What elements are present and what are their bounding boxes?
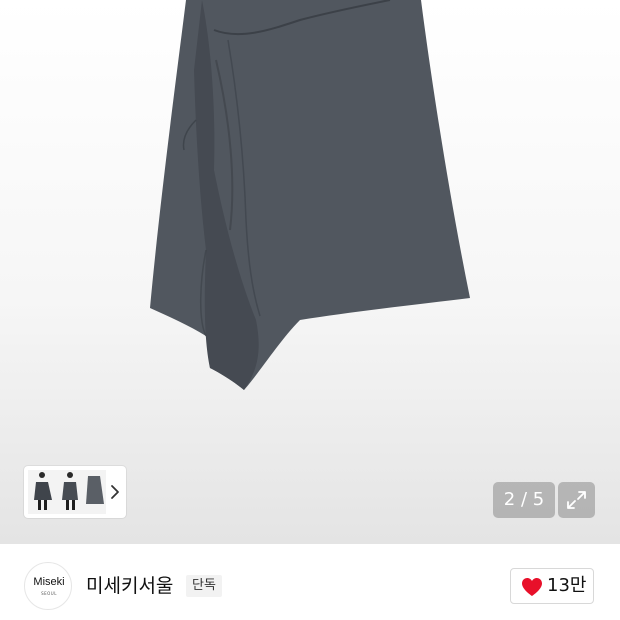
- thumbnail-strip[interactable]: [24, 466, 126, 518]
- exclusive-badge: 단독: [186, 575, 222, 597]
- product-image[interactable]: [0, 0, 620, 544]
- brand-logo[interactable]: Miseki SEOUL: [24, 562, 72, 610]
- brand-logo-subtext: SEOUL: [41, 591, 57, 596]
- expand-icon: [567, 491, 586, 509]
- like-count: 13만: [547, 575, 587, 596]
- thumbnail-images[interactable]: [28, 470, 106, 514]
- heart-icon: [522, 578, 542, 596]
- product-image-gallery[interactable]: 2 / 5: [0, 0, 620, 544]
- like-button[interactable]: 13만: [510, 568, 594, 604]
- brand-bar: Miseki SEOUL 미세키서울 단독 13만: [0, 544, 620, 620]
- brand-logo-text: Miseki: [33, 576, 65, 588]
- chevron-right-icon[interactable]: [108, 482, 122, 502]
- brand-name[interactable]: 미세키서울: [86, 574, 173, 598]
- image-counter: 2 / 5: [493, 482, 555, 518]
- expand-button[interactable]: [558, 482, 595, 518]
